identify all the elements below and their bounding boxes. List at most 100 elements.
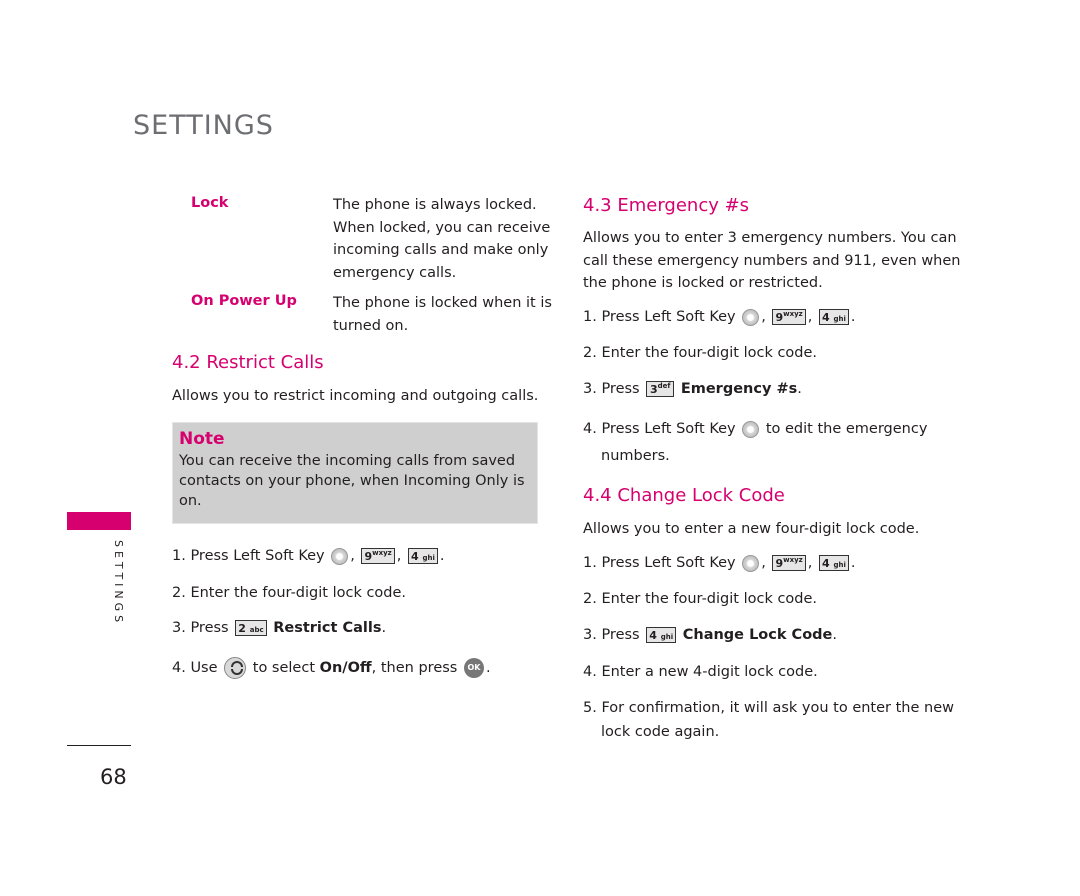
comma: ,: [761, 309, 766, 325]
step-text: 4. Use: [172, 660, 218, 676]
definition-line: The phone is locked when it is: [333, 295, 552, 311]
step-text: to select: [252, 660, 316, 676]
step-text: 1. Press Left Soft Key: [583, 309, 736, 325]
section-title-emergency: 4.3 Emergency #s: [583, 195, 750, 216]
section-intro-change-lock-code: Allows you to enter a new four-digit loc…: [583, 521, 920, 537]
page-header-title: SETTINGS: [133, 110, 274, 141]
term-on-power-up: On Power Up: [191, 293, 297, 309]
key-4-icon: 4 ghi: [407, 548, 438, 564]
emergency-step-1: 1. Press Left Soft Key , 9wxyz, 4 ghi.: [583, 306, 855, 328]
footer-divider: [67, 745, 131, 746]
change-lock-step-4: 4. Enter a new 4-digit lock code.: [583, 664, 818, 680]
comma: ,: [761, 555, 766, 571]
key-3-icon: 3def: [646, 381, 675, 397]
sidebar-section-label: SETTINGS: [112, 540, 125, 627]
emergency-step-4: 4. Press Left Soft Key to edit the emerg…: [583, 418, 927, 440]
restrict-step-2: 2. Enter the four-digit lock code.: [172, 585, 407, 601]
section-title-restrict-calls: 4.2 Restrict Calls: [172, 352, 324, 373]
period: .: [439, 548, 445, 564]
step-text: 3. Press: [583, 381, 640, 397]
definition-line: incoming calls and make only: [333, 242, 549, 258]
definition-on-power-up: The phone is locked when it is turned on…: [333, 292, 552, 337]
section-intro-restrict-calls: Allows you to restrict incoming and outg…: [172, 388, 539, 404]
definition-line: emergency calls.: [333, 264, 457, 281]
restrict-step-1: 1. Press Left Soft Key , 9wxyz, 4 ghi.: [172, 545, 444, 567]
key-digit: 4: [821, 557, 830, 570]
intro-line: the phone is locked or restricted.: [583, 275, 823, 291]
note-text: You can receive the incoming calls from …: [179, 451, 531, 511]
emergency-step-2: 2. Enter the four-digit lock code.: [583, 345, 818, 361]
definition-lock: The phone is always locked. When locked,…: [333, 194, 550, 284]
step-text: , then press: [371, 660, 458, 676]
step-text: 1. Press Left Soft Key: [172, 548, 325, 564]
key-4-icon: 4 ghi: [646, 627, 677, 643]
note-title: Note: [179, 429, 225, 449]
left-soft-key-icon: [331, 547, 349, 565]
key-letters: ghi: [833, 315, 846, 323]
change-lock-step-1: 1. Press Left Soft Key , 9wxyz, 4 ghi.: [583, 552, 855, 574]
change-lock-step-2: 2. Enter the four-digit lock code.: [583, 591, 818, 607]
key-letters: ghi: [660, 633, 674, 641]
menu-item-emergency: Emergency #s: [680, 381, 798, 397]
step-text: 4. Press Left Soft Key: [583, 421, 736, 437]
step-text: 3. Press: [583, 627, 640, 643]
key-letters: wxyz: [372, 549, 392, 557]
emergency-step-4-continued: numbers.: [601, 448, 670, 464]
period: .: [797, 381, 802, 397]
period: .: [850, 309, 856, 325]
period: .: [485, 660, 491, 676]
section-title-change-lock-code: 4.4 Change Lock Code: [583, 485, 785, 506]
key-letters: abc: [249, 626, 264, 634]
note-line: on.: [179, 493, 202, 509]
definition-line: turned on.: [333, 317, 409, 334]
intro-line: call these emergency numbers and 911, ev…: [583, 252, 961, 269]
option-on-off: On/Off: [319, 660, 372, 676]
note-line: You can receive the incoming calls from …: [179, 453, 516, 469]
comma: ,: [807, 555, 813, 571]
step-text: 3. Press: [172, 620, 229, 636]
definition-line: The phone is always locked.: [333, 197, 537, 213]
intro-line: Allows you to enter 3 emergency numbers.…: [583, 230, 957, 246]
change-lock-step-5-continued: lock code again.: [601, 724, 720, 740]
section-intro-emergency: Allows you to enter 3 emergency numbers.…: [583, 227, 960, 295]
key-4-icon: 4 ghi: [818, 309, 849, 325]
ok-key-icon: OK: [463, 658, 484, 678]
key-4-icon: 4 ghi: [818, 555, 849, 571]
key-letters: ghi: [422, 554, 435, 562]
definition-line: When locked, you can receive: [333, 219, 551, 236]
key-letters: ghi: [833, 561, 846, 569]
key-digit: 3: [649, 383, 658, 396]
step-text: 1. Press Left Soft Key: [583, 555, 736, 571]
key-9-icon: 9wxyz: [361, 548, 395, 564]
key-digit: 4: [649, 629, 657, 642]
navigation-key-icon: [224, 657, 247, 679]
note-box: Note You can receive the incoming calls …: [172, 422, 538, 524]
key-digit: 9: [364, 550, 373, 563]
emergency-step-3: 3. Press 3def Emergency #s.: [583, 378, 802, 400]
restrict-step-4: 4. Use to select On/Off, then press OK.: [172, 657, 491, 679]
period: .: [832, 627, 837, 643]
key-digit: 2: [238, 622, 246, 635]
step-text: to edit the emergency: [765, 421, 928, 437]
change-lock-step-3: 3. Press 4 ghi Change Lock Code.: [583, 624, 837, 646]
key-2-icon: 2 abc: [235, 620, 267, 636]
change-lock-step-5: 5. For confirmation, it will ask you to …: [583, 700, 954, 716]
menu-item-restrict-calls: Restrict Calls: [273, 620, 382, 636]
key-digit: 9: [775, 311, 784, 324]
term-lock: Lock: [191, 195, 229, 211]
comma: ,: [396, 548, 402, 564]
section-tab-marker: [67, 512, 131, 530]
key-letters: def: [657, 382, 671, 390]
note-line: contacts on your phone, when Incoming On…: [179, 473, 525, 489]
page-number: 68: [100, 765, 127, 789]
left-soft-key-icon: [742, 420, 760, 438]
key-digit: 9: [775, 557, 784, 570]
key-letters: wxyz: [783, 556, 803, 564]
key-9-icon: 9wxyz: [772, 309, 806, 325]
comma: ,: [807, 309, 813, 325]
key-digit: 4: [410, 550, 419, 563]
key-digit: 4: [821, 311, 830, 324]
menu-item-change-lock-code: Change Lock Code: [682, 627, 833, 643]
period: .: [850, 555, 856, 571]
key-9-icon: 9wxyz: [772, 555, 806, 571]
